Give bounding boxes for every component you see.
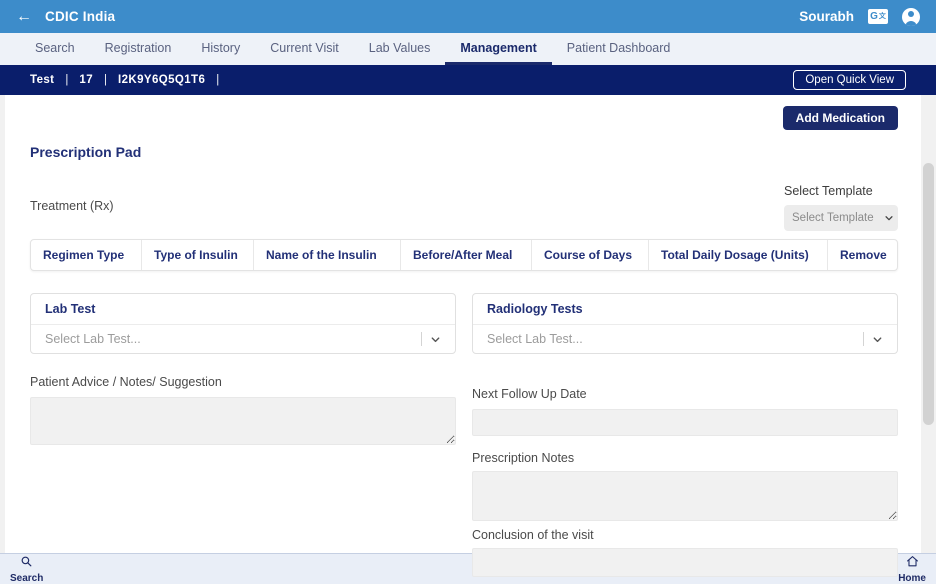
patient-advice-label: Patient Advice / Notes/ Suggestion <box>30 375 222 389</box>
account-icon-shoulders <box>905 21 917 26</box>
chevron-down-icon <box>430 334 441 345</box>
separator: | <box>65 74 68 86</box>
separator: | <box>216 74 219 86</box>
conclusion-label: Conclusion of the visit <box>472 528 898 542</box>
patient-advice-textarea[interactable] <box>30 397 456 445</box>
radiology-tests-box: Radiology Tests Select Lab Test... <box>472 293 898 354</box>
table-header-regimen-type: Regimen Type <box>31 240 142 270</box>
add-medication-button[interactable]: Add Medication <box>783 106 898 130</box>
bottom-home-button[interactable]: Home <box>898 555 926 584</box>
lab-test-placeholder: Select Lab Test... <box>45 332 421 346</box>
select-template-value: Select Template <box>792 212 874 224</box>
left-edge-strip <box>0 95 5 553</box>
radiology-tests-select[interactable]: Select Lab Test... <box>473 325 897 353</box>
translate-icon[interactable]: G文 <box>868 9 888 24</box>
dropdown-divider <box>863 332 864 346</box>
home-icon <box>906 555 919 573</box>
table-header-total-daily-dosage: Total Daily Dosage (Units) <box>649 240 828 270</box>
translate-icon-zh: 文 <box>879 13 886 20</box>
user-name: Sourabh <box>799 9 854 24</box>
select-template-label: Select Template <box>784 184 873 198</box>
vertical-scrollbar[interactable] <box>921 95 936 553</box>
home-label: Home <box>898 573 926 584</box>
table-header-course-of-days: Course of Days <box>532 240 649 270</box>
table-header-name-of-insulin: Name of the Insulin <box>254 240 401 270</box>
patient-context-bar: Test | 17 | I2K9Y6Q5Q1T6 | Open Quick Vi… <box>0 65 936 95</box>
table-header-before-after-meal: Before/After Meal <box>401 240 532 270</box>
dropdown-divider <box>421 332 422 346</box>
main-content: Add Medication Prescription Pad Treatmen… <box>0 95 936 553</box>
conclusion-input[interactable] <box>472 548 898 577</box>
prescription-pad-section: Add Medication Prescription Pad Treatmen… <box>30 95 898 553</box>
treatment-rx-label: Treatment (Rx) <box>30 199 114 213</box>
lab-test-title: Lab Test <box>31 294 455 325</box>
select-template-dropdown[interactable]: Select Template <box>784 205 898 231</box>
tab-search[interactable]: Search <box>20 33 90 65</box>
prescription-notes-label: Prescription Notes <box>472 451 898 465</box>
radiology-tests-title: Radiology Tests <box>473 294 897 325</box>
prescription-notes-textarea[interactable] <box>472 471 898 521</box>
radiology-tests-placeholder: Select Lab Test... <box>487 332 863 346</box>
account-circle-icon[interactable] <box>902 8 920 26</box>
back-arrow-icon[interactable]: ← <box>16 9 32 25</box>
table-header-remove: Remove <box>828 240 897 270</box>
page-title: Prescription Pad <box>30 144 898 160</box>
tab-management[interactable]: Management <box>445 33 551 65</box>
translate-icon-g: G <box>870 12 878 22</box>
tab-lab-values[interactable]: Lab Values <box>354 33 446 65</box>
nav-tab-bar: Search Registration History Current Visi… <box>0 33 936 65</box>
tab-patient-dashboard[interactable]: Patient Dashboard <box>552 33 686 65</box>
patient-name: Test <box>30 74 54 86</box>
next-follow-up-label: Next Follow Up Date <box>472 387 587 401</box>
tab-current-visit[interactable]: Current Visit <box>255 33 354 65</box>
patient-code: I2K9Y6Q5Q1T6 <box>118 74 205 86</box>
separator: | <box>104 74 107 86</box>
app-title: CDIC India <box>45 9 115 24</box>
lab-test-box: Lab Test Select Lab Test... <box>30 293 456 354</box>
tab-history[interactable]: History <box>186 33 255 65</box>
lab-test-select[interactable]: Select Lab Test... <box>31 325 455 353</box>
chevron-down-icon <box>884 213 894 223</box>
open-quick-view-button[interactable]: Open Quick View <box>793 70 906 90</box>
scrollbar-thumb[interactable] <box>923 163 934 425</box>
next-follow-up-date-input[interactable] <box>472 409 898 436</box>
table-header-type-of-insulin: Type of Insulin <box>142 240 254 270</box>
visit-number: 17 <box>79 74 93 86</box>
tab-registration[interactable]: Registration <box>90 33 187 65</box>
treatment-table-header-row: Regimen Type Type of Insulin Name of the… <box>30 239 898 271</box>
chevron-down-icon <box>872 334 883 345</box>
topbar-right-group: Sourabh G文 <box>799 8 920 26</box>
account-icon-head <box>908 11 914 17</box>
top-app-bar: ← CDIC India Sourabh G文 <box>0 0 936 33</box>
